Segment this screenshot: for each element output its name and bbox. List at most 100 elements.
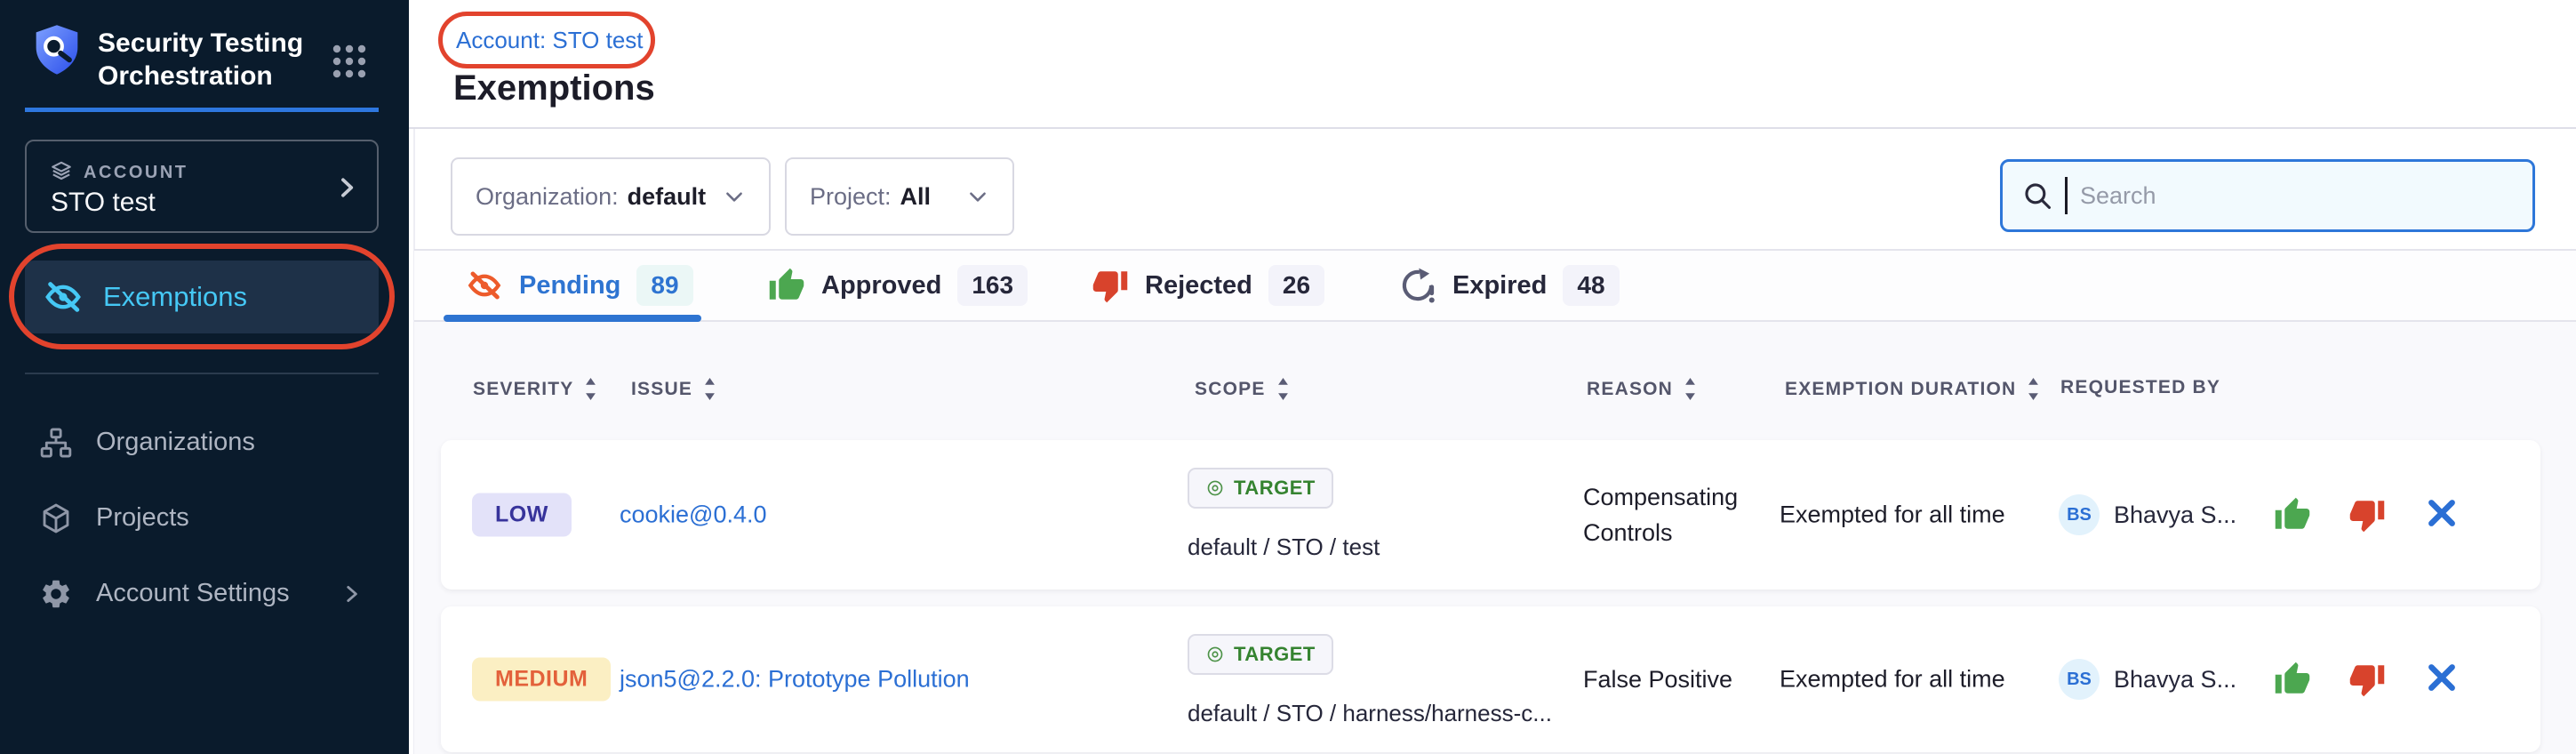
sort-arrows-icon xyxy=(1684,377,1697,401)
target-icon xyxy=(1205,478,1225,498)
sort-arrows-icon xyxy=(584,377,597,401)
sidebar-item-organizations-label: Organizations xyxy=(96,428,255,457)
tab-pending-count: 89 xyxy=(636,265,692,306)
reject-button[interactable] xyxy=(2348,496,2386,533)
column-header-severity[interactable]: SEVERITY xyxy=(473,377,597,401)
chevron-down-icon xyxy=(966,185,989,208)
project-filter-label: Project: xyxy=(810,183,892,211)
app-switcher-grid-icon[interactable] xyxy=(331,43,368,80)
organization-filter-label: Organization: xyxy=(476,183,619,211)
clock-expired-icon xyxy=(1399,267,1436,304)
scope-cell: TARGET default / STO / harness/harness-c… xyxy=(1188,634,1552,727)
sidebar: Security Testing Orchestration ACCOUNT S… xyxy=(0,0,409,754)
approve-button[interactable] xyxy=(2274,661,2311,698)
sidebar-item-exemptions-label: Exemptions xyxy=(103,281,247,313)
scope-path: default / STO / harness/harness-c... xyxy=(1188,700,1552,727)
tab-approved[interactable]: Approved 163 xyxy=(768,251,1028,320)
tab-rejected-label: Rejected xyxy=(1145,271,1252,301)
sidebar-item-organizations[interactable]: Organizations xyxy=(25,405,379,480)
sidebar-item-account-settings-label: Account Settings xyxy=(96,579,290,608)
target-badge: TARGET xyxy=(1188,634,1333,675)
requester-name: Bhavya S... xyxy=(2114,501,2236,529)
cancel-exemption-button[interactable] xyxy=(2425,661,2462,698)
column-header-reason[interactable]: REASON xyxy=(1587,377,1697,401)
page-title: Exemptions xyxy=(453,68,655,108)
cube-icon xyxy=(39,501,73,535)
table-row: LOW cookie@0.4.0 TARGET default / STO / … xyxy=(441,440,2540,590)
sort-arrows-icon xyxy=(2027,377,2040,401)
cancel-exemption-button[interactable] xyxy=(2425,496,2462,533)
tab-approved-count: 163 xyxy=(957,265,1028,306)
chevron-down-icon xyxy=(723,185,746,208)
chevron-right-icon xyxy=(340,582,363,606)
exemptions-table: SEVERITY ISSUE SCOPE REASON EXEMPTION DU… xyxy=(414,322,2576,754)
sto-shield-logo xyxy=(32,23,82,80)
tab-rejected-count: 26 xyxy=(1268,265,1324,306)
search-icon xyxy=(2022,180,2052,211)
column-header-issue[interactable]: ISSUE xyxy=(631,377,716,401)
layers-icon xyxy=(50,159,73,182)
requester-name: Bhavya S... xyxy=(2114,666,2236,694)
issue-link[interactable]: cookie@0.4.0 xyxy=(620,501,767,529)
column-header-requested-by: REQUESTED BY xyxy=(2060,377,2220,398)
project-filter-dropdown[interactable]: Project: All xyxy=(785,157,1014,236)
thumbs-down-icon xyxy=(1092,267,1129,304)
sidebar-item-projects[interactable]: Projects xyxy=(25,480,379,556)
sidebar-item-exemptions[interactable]: Exemptions xyxy=(25,261,379,333)
column-header-scope[interactable]: SCOPE xyxy=(1195,377,1290,401)
reason-cell: False Positive xyxy=(1583,662,1801,697)
tab-rejected[interactable]: Rejected 26 xyxy=(1092,251,1324,320)
tab-pending[interactable]: Pending 89 xyxy=(466,251,693,320)
gear-icon xyxy=(39,577,73,611)
target-icon xyxy=(1205,645,1225,664)
app-title: Security Testing Orchestration xyxy=(98,27,327,92)
account-scope-label: ACCOUNT xyxy=(84,163,188,183)
issue-link[interactable]: json5@2.2.0: Prototype Pollution xyxy=(620,666,970,694)
sort-arrows-icon xyxy=(1276,377,1290,401)
requested-by-cell: BS Bhavya S... xyxy=(2059,659,2236,700)
severity-badge: MEDIUM xyxy=(472,658,611,702)
tab-pending-label: Pending xyxy=(519,271,620,301)
sidebar-divider xyxy=(25,373,379,374)
scope-path: default / STO / test xyxy=(1188,533,1380,561)
avatar: BS xyxy=(2059,659,2100,700)
text-caret xyxy=(2065,177,2068,214)
scope-cell: TARGET default / STO / test xyxy=(1188,468,1380,561)
eye-slash-icon xyxy=(43,277,84,317)
eye-slash-icon xyxy=(466,267,503,304)
target-badge: TARGET xyxy=(1188,468,1333,509)
sidebar-item-projects-label: Projects xyxy=(96,503,189,533)
approve-button[interactable] xyxy=(2274,496,2311,533)
duration-cell: Exempted for all time xyxy=(1780,666,2005,694)
tab-expired-label: Expired xyxy=(1452,271,1547,301)
project-filter-value: All xyxy=(900,183,932,211)
header-divider xyxy=(409,127,2576,129)
org-chart-icon xyxy=(39,426,73,460)
module-accent-underline xyxy=(25,108,379,112)
table-row: MEDIUM json5@2.2.0: Prototype Pollution … xyxy=(441,606,2540,752)
chevron-right-icon xyxy=(334,175,359,200)
organization-filter-dropdown[interactable]: Organization: default xyxy=(451,157,771,236)
tab-expired-count: 48 xyxy=(1563,265,1619,306)
search-box xyxy=(2000,159,2535,232)
requested-by-cell: BS Bhavya S... xyxy=(2059,494,2236,535)
main-content: Account: STO test Exemptions Organizatio… xyxy=(409,0,2576,754)
avatar: BS xyxy=(2059,494,2100,535)
account-name: STO test xyxy=(51,188,156,218)
search-input[interactable] xyxy=(2080,182,2513,210)
reason-cell: Compensating Controls xyxy=(1583,479,1801,550)
sort-arrows-icon xyxy=(703,377,716,401)
tab-expired[interactable]: Expired 48 xyxy=(1399,251,1620,320)
account-scope-card[interactable]: ACCOUNT STO test xyxy=(25,140,379,233)
tab-approved-label: Approved xyxy=(821,271,941,301)
sidebar-item-account-settings[interactable]: Account Settings xyxy=(25,556,379,631)
reject-button[interactable] xyxy=(2348,661,2386,698)
column-header-exemption-duration[interactable]: EXEMPTION DURATION xyxy=(1785,377,2040,401)
thumbs-up-icon xyxy=(768,267,805,304)
breadcrumb-account-link[interactable]: Account: STO test xyxy=(456,27,644,54)
exemption-status-tabs: Pending 89 Approved 163 Rejected 26 xyxy=(414,249,2576,322)
severity-badge: LOW xyxy=(472,493,572,537)
sidebar-menu: Organizations Projects Account Settings xyxy=(25,405,379,631)
active-tab-underline xyxy=(444,315,701,322)
organization-filter-value: default xyxy=(628,183,707,211)
